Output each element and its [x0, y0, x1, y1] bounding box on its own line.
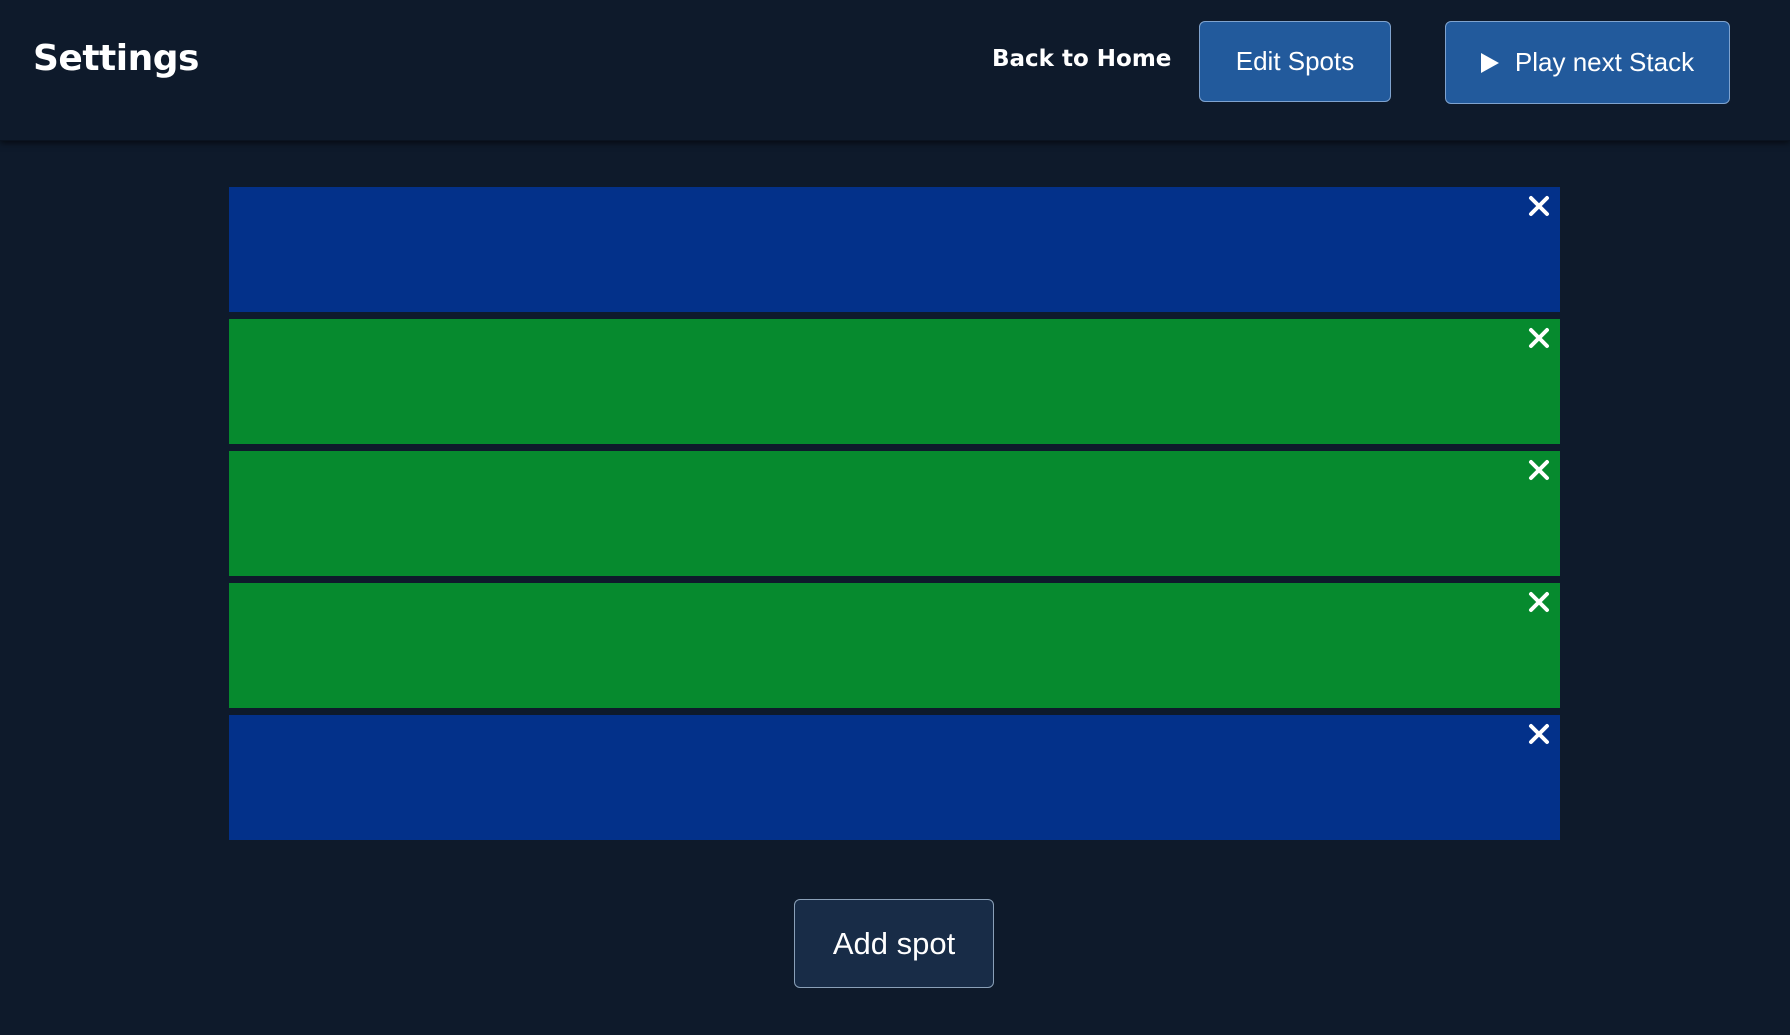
close-icon[interactable] [1528, 327, 1550, 349]
play-next-stack-label: Play next Stack [1514, 47, 1695, 77]
top-bar: Settings Back to Home Edit Spots Play ne… [0, 0, 1790, 141]
spot-item[interactable] [229, 715, 1560, 840]
spot-item[interactable] [229, 319, 1560, 444]
edit-spots-label: Edit Spots [1235, 46, 1355, 76]
close-icon[interactable] [1528, 591, 1550, 613]
close-icon[interactable] [1528, 195, 1550, 217]
spot-item[interactable] [229, 451, 1560, 576]
page-title: Settings [33, 38, 199, 79]
spot-item[interactable] [229, 187, 1560, 312]
back-to-home-link[interactable]: Back to Home [992, 46, 1171, 72]
close-icon[interactable] [1528, 723, 1550, 745]
spot-list [229, 187, 1560, 847]
close-icon[interactable] [1528, 459, 1550, 481]
edit-spots-button[interactable]: Edit Spots [1199, 21, 1391, 102]
play-next-stack-button[interactable]: Play next Stack [1445, 21, 1730, 104]
add-spot-label: Add spot [832, 925, 956, 961]
play-icon [1480, 52, 1499, 73]
spot-item[interactable] [229, 583, 1560, 708]
add-spot-button[interactable]: Add spot [794, 899, 994, 988]
